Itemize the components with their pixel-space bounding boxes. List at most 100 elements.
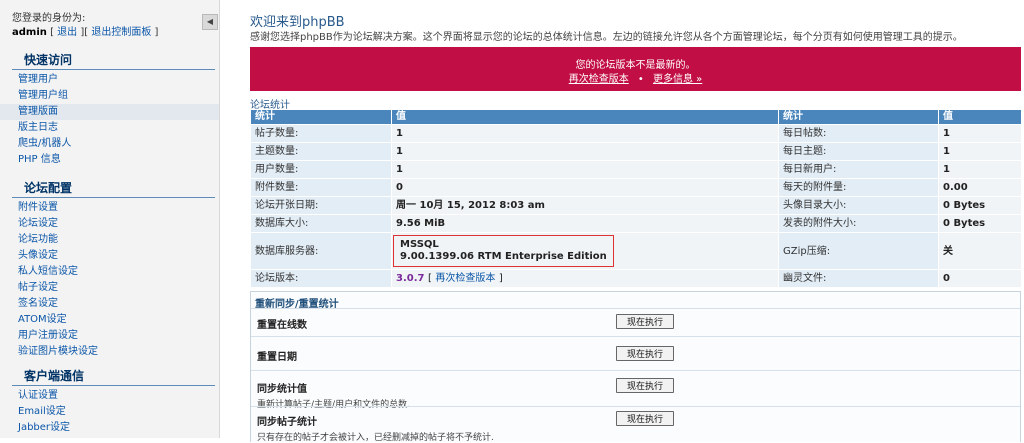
run-now-button[interactable]: 现在执行 [616,378,674,393]
stat-value: 1 [392,161,778,178]
database-server-value: MSSQL 9.00.1399.06 RTM Enterprise Editio… [392,233,778,269]
stat-label: 附件数量: [251,179,391,196]
divider [251,308,1020,309]
stat-value: 1 [392,143,778,160]
divider [251,336,1020,337]
menu-item[interactable]: Jabber设定 [0,420,219,436]
stat-value: 0 [939,270,1021,287]
table-row: 论坛开张日期: 周一 10月 15, 2012 8:03 am 头像目录大小: … [251,197,1021,214]
stat-label: 数据库服务器: [251,233,391,269]
version-number: 3.0.7 [396,273,425,284]
stat-value: 0 [392,179,778,196]
db-type: MSSQL [400,239,439,250]
section-board-config: 论坛配置 附件设置 论坛设定 论坛功能 头像设定 私人短信设定 帖子设定 签名设… [0,180,219,360]
table-header-row: 统计 值 统计 值 [251,110,1021,124]
board-version-value: 3.0.7 [ 再次检查版本 ] [392,270,778,287]
stat-value: 0 Bytes [939,197,1021,214]
menu-item[interactable]: 头像设定 [0,248,219,264]
stat-label: 论坛版本: [251,270,391,287]
logout-link[interactable]: 退出 [57,27,77,38]
stat-value: 1 [939,143,1021,160]
divider [251,406,1020,407]
stat-label: 每日主题: [779,143,938,160]
stat-value: 关 [939,233,1021,269]
table-row: 数据库服务器: MSSQL 9.00.1399.06 RTM Enterpris… [251,233,1021,269]
menu-item[interactable]: 管理用户组 [0,88,219,104]
menu-item[interactable]: 认证设置 [0,388,219,404]
section-quick-access: 快速访问 管理用户 管理用户组 管理版面 版主日志 爬虫/机器人 PHP 信息 [0,52,219,168]
table-row: 主题数量: 1 每日主题: 1 [251,143,1021,160]
run-now-button[interactable]: 现在执行 [616,411,674,426]
stat-label: GZip压缩: [779,233,938,269]
stat-label: 数据库大小: [251,215,391,232]
username: admin [12,27,47,38]
menu-item[interactable]: 论坛设定 [0,216,219,232]
stat-label: 幽灵文件: [779,270,938,287]
database-highlight-box: MSSQL 9.00.1399.06 RTM Enterprise Editio… [393,235,614,267]
stat-label: 论坛开张日期: [251,197,391,214]
stat-value: 0.00 [939,179,1021,196]
menu-item[interactable]: 版主日志 [0,120,219,136]
menu-item[interactable]: PHP 信息 [0,152,219,168]
column-header: 统计 [779,110,938,124]
collapse-sidebar-icon[interactable]: ◀ [202,14,218,30]
menu-item[interactable]: 帖子设定 [0,280,219,296]
resync-row-reset-date: 重置日期 现在执行 [257,346,1017,363]
resync-row-sync-posts: 同步帖子统计 只有存在的帖子才会被计入，已经删减掉的帖子将不予统计. 现在执行 [257,411,1017,443]
stat-label: 头像目录大小: [779,197,938,214]
menu-item[interactable]: Email设定 [0,404,219,420]
alert-message: 您的论坛版本不是最新的。 [575,60,696,71]
stat-value: 周一 10月 15, 2012 8:03 am [392,197,778,214]
stat-value: 1 [939,125,1021,142]
run-now-button[interactable]: 现在执行 [616,346,674,361]
login-info: 您登录的身份为: admin [ 退出 ][ 退出控制面板 ] [12,13,159,38]
recheck-version-inline-link[interactable]: 再次检查版本 [435,273,495,284]
table-row: 论坛版本: 3.0.7 [ 再次检查版本 ] 幽灵文件: 0 [251,270,1021,287]
stats-table: 统计 值 统计 值 帖子数量: 1 每日帖数: 1 主题数量: 1 每日主题: … [250,109,1022,288]
recheck-version-link[interactable]: 再次检查版本 [569,74,629,85]
table-row: 数据库大小: 9.56 MiB 发表的附件大小: 0 Bytes [251,215,1021,232]
section-client-communication: 客户端通信 认证设置 Email设定 Jabber设定 [0,368,219,436]
stat-value: 9.56 MiB [392,215,778,232]
main-content: 欢迎来到phpBB 感谢您选择phpBB作为论坛解决方案。这个界面将显示您的论坛… [248,0,1024,443]
menu-item[interactable]: 私人短信设定 [0,264,219,280]
menu-item[interactable]: 论坛功能 [0,232,219,248]
stat-label: 帖子数量: [251,125,391,142]
column-header: 值 [392,110,778,124]
divider [251,370,1020,371]
stat-label: 发表的附件大小: [779,215,938,232]
resync-row-description: 只有存在的帖子才会被计入，已经删减掉的帖子将不予统计. [257,433,494,443]
stat-label: 每日帖数: [779,125,938,142]
menu-item[interactable]: 用户注册设定 [0,328,219,344]
intro-text: 感谢您选择phpBB作为论坛解决方案。这个界面将显示您的论坛的总体统计信息。左边… [250,32,963,43]
run-now-button[interactable]: 现在执行 [616,314,674,329]
resync-row-reset-online: 重置在线数 现在执行 [257,314,1017,331]
menu-item-active[interactable]: 管理版面 [0,104,219,120]
menu-item[interactable]: 管理用户 [0,72,219,88]
menu-item[interactable]: 验证图片模块设定 [0,344,219,360]
menu-item[interactable]: 爬虫/机器人 [0,136,219,152]
db-version: 9.00.1399.06 RTM Enterprise Edition [400,251,607,262]
stat-value: 1 [392,125,778,142]
login-label: 您登录的身份为: [12,13,86,24]
resync-panel: 重新同步/重置统计 重置在线数 现在执行 重置日期 现在执行 同步统计值 重新计… [250,291,1021,443]
section-title: 论坛配置 [12,180,215,198]
stat-value: 0 Bytes [939,215,1021,232]
sidebar: 您登录的身份为: admin [ 退出 ][ 退出控制面板 ] ◀ 快速访问 管… [0,0,220,438]
table-row: 附件数量: 0 每天的附件量: 0.00 [251,179,1021,196]
stat-label: 每天的附件量: [779,179,938,196]
menu-item[interactable]: 附件设置 [0,200,219,216]
exit-panel-link[interactable]: 退出控制面板 [91,27,151,38]
menu-item[interactable]: ATOM设定 [0,312,219,328]
column-header: 统计 [251,110,391,124]
version-alert-banner: 您的论坛版本不是最新的。 再次检查版本 • 更多信息 » [250,47,1021,91]
section-title: 客户端通信 [12,368,215,386]
more-info-link[interactable]: 更多信息 » [653,74,702,85]
table-row: 用户数量: 1 每日新用户: 1 [251,161,1021,178]
stat-value: 1 [939,161,1021,178]
stat-label: 主题数量: [251,143,391,160]
stat-label: 用户数量: [251,161,391,178]
separator: • [637,74,644,85]
menu-item[interactable]: 签名设定 [0,296,219,312]
table-row: 帖子数量: 1 每日帖数: 1 [251,125,1021,142]
